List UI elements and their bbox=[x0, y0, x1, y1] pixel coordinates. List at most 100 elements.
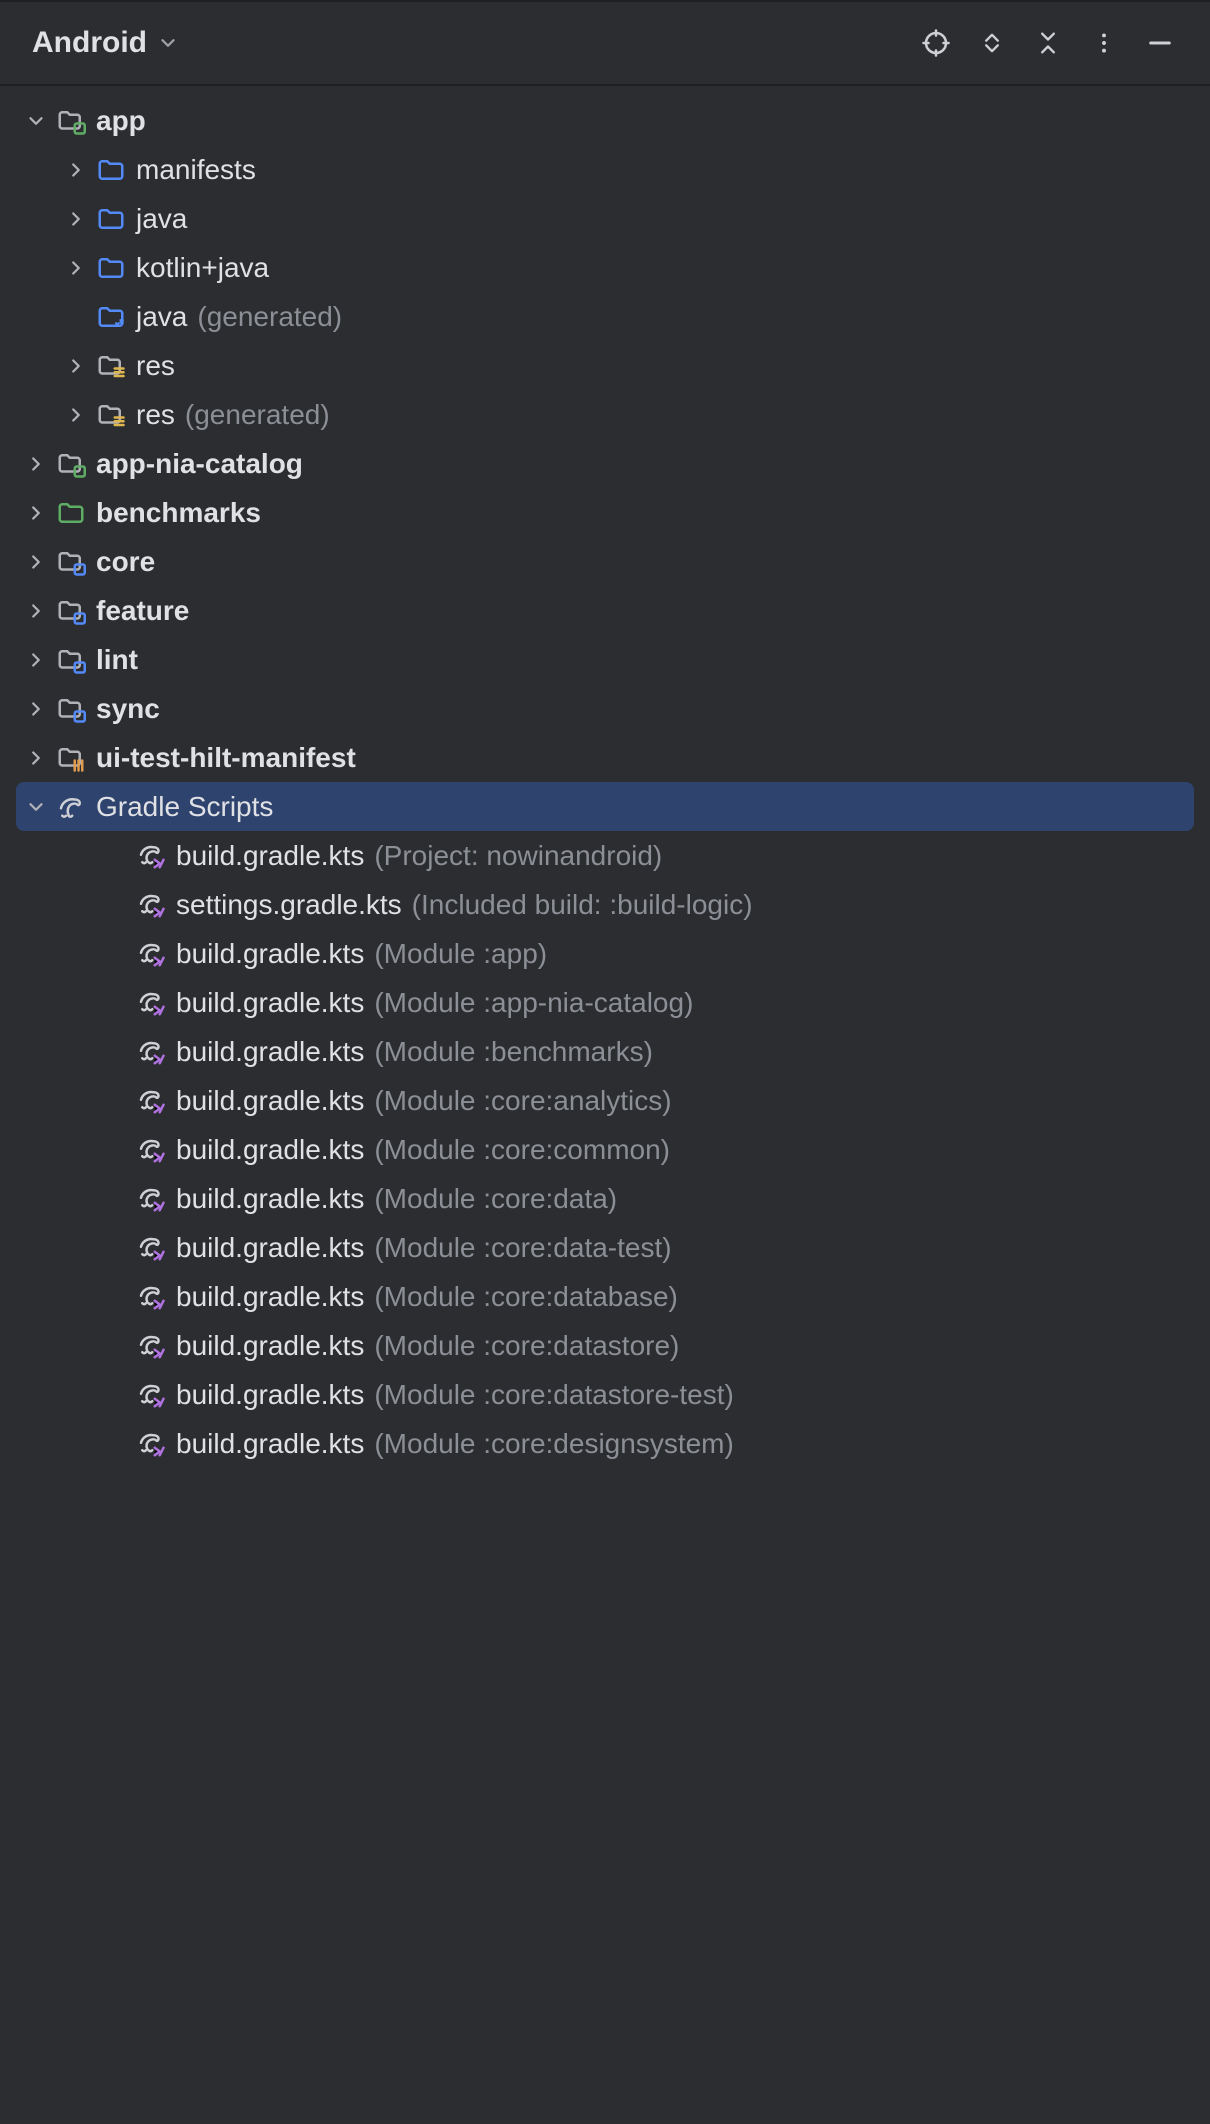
folder-green-icon bbox=[54, 496, 88, 530]
hide-tool-window-icon[interactable] bbox=[1132, 15, 1188, 71]
module-folder-icon bbox=[54, 447, 88, 481]
tree-node-g1[interactable]: build.gradle.kts(Project: nowinandroid) bbox=[16, 831, 1194, 880]
gradle-file-icon bbox=[134, 1231, 168, 1265]
tree-node-label: core bbox=[96, 546, 155, 578]
chevron-right-icon[interactable] bbox=[18, 747, 54, 769]
tree-node-label: java bbox=[136, 203, 187, 235]
tree-node-g4[interactable]: build.gradle.kts(Module :app-nia-catalog… bbox=[16, 978, 1194, 1027]
tree-node-ui-test[interactable]: ui-test-hilt-manifest bbox=[16, 733, 1194, 782]
tree-node-label: build.gradle.kts bbox=[176, 1183, 364, 1215]
collapse-all-icon[interactable] bbox=[1020, 15, 1076, 71]
tree-node-g11[interactable]: build.gradle.kts (Module :core:datastore) bbox=[16, 1321, 1194, 1370]
module-folder-icon bbox=[54, 104, 88, 138]
tree-node-feature[interactable]: feature bbox=[16, 586, 1194, 635]
expand-all-icon[interactable] bbox=[964, 15, 1020, 71]
tool-window-header: Android bbox=[0, 2, 1210, 86]
tree-node-core[interactable]: core bbox=[16, 537, 1194, 586]
tree-node-label: build.gradle.kts bbox=[176, 938, 364, 970]
gradle-file-icon bbox=[134, 888, 168, 922]
tree-node-suffix: (Module :core:analytics) bbox=[374, 1085, 671, 1117]
chevron-right-icon[interactable] bbox=[58, 355, 94, 377]
tree-node-g2[interactable]: settings.gradle.kts(Included build: :bui… bbox=[16, 880, 1194, 929]
gradle-file-icon bbox=[134, 1378, 168, 1412]
tree-node-label: build.gradle.kts bbox=[176, 1330, 364, 1362]
tree-node-g13[interactable]: build.gradle.kts (Module :core:designsyst… bbox=[16, 1419, 1194, 1468]
tree-node-suffix: (Module :core:data-test) bbox=[374, 1232, 671, 1264]
module-grey-icon bbox=[54, 594, 88, 628]
chevron-down-icon[interactable] bbox=[18, 796, 54, 818]
tree-node-res-gen[interactable]: res (generated) bbox=[16, 390, 1194, 439]
chevron-right-icon[interactable] bbox=[18, 649, 54, 671]
tree-node-label: build.gradle.kts bbox=[176, 1232, 364, 1264]
chevron-right-icon[interactable] bbox=[18, 453, 54, 475]
tree-node-label: sync bbox=[96, 693, 160, 725]
chevron-right-icon[interactable] bbox=[18, 551, 54, 573]
tree-node-label: build.gradle.kts bbox=[176, 1379, 364, 1411]
tree-node-java1[interactable]: java bbox=[16, 194, 1194, 243]
chevron-right-icon[interactable] bbox=[58, 208, 94, 230]
chevron-right-icon[interactable] bbox=[18, 502, 54, 524]
tree-node-g6[interactable]: build.gradle.kts(Module :core:analytics) bbox=[16, 1076, 1194, 1125]
tree-node-suffix: (Module :core:datastore-test) bbox=[374, 1379, 734, 1411]
tree-node-label: app bbox=[96, 105, 146, 137]
tree-node-g3[interactable]: build.gradle.kts (Module :app) bbox=[16, 929, 1194, 978]
tree-node-suffix: (Included build: :build-logic) bbox=[412, 889, 753, 921]
tree-node-lint[interactable]: lint bbox=[16, 635, 1194, 684]
tree-node-manifests[interactable]: manifests bbox=[16, 145, 1194, 194]
select-opened-file-icon[interactable] bbox=[908, 15, 964, 71]
folder-blue-icon bbox=[94, 251, 128, 285]
chevron-right-icon[interactable] bbox=[18, 698, 54, 720]
tree-node-label: build.gradle.kts bbox=[176, 1428, 364, 1460]
more-options-icon[interactable] bbox=[1076, 15, 1132, 71]
view-mode-title[interactable]: Android bbox=[32, 26, 147, 60]
module-grey-icon bbox=[54, 692, 88, 726]
tree-node-suffix: (Module :app) bbox=[374, 938, 547, 970]
tree-node-label: manifests bbox=[136, 154, 256, 186]
tree-node-sync[interactable]: sync bbox=[16, 684, 1194, 733]
tree-node-label: Gradle Scripts bbox=[96, 791, 273, 823]
tree-node-benchmarks[interactable]: benchmarks bbox=[16, 488, 1194, 537]
gradle-file-icon bbox=[134, 1035, 168, 1069]
tree-node-label: ui-test-hilt-manifest bbox=[96, 742, 356, 774]
gradle-file-icon bbox=[134, 937, 168, 971]
tree-node-label: lint bbox=[96, 644, 138, 676]
tree-node-java-gen[interactable]: java(generated) bbox=[16, 292, 1194, 341]
folder-blue-icon bbox=[94, 202, 128, 236]
gradle-file-icon bbox=[134, 1280, 168, 1314]
tree-node-label: feature bbox=[96, 595, 189, 627]
tree-node-suffix: (Module :core:designsystem) bbox=[374, 1428, 733, 1460]
tree-node-label: app-nia-catalog bbox=[96, 448, 303, 480]
view-mode-chevron-icon[interactable] bbox=[157, 32, 179, 54]
module-grey-icon bbox=[54, 643, 88, 677]
tree-node-res1[interactable]: res bbox=[16, 341, 1194, 390]
chevron-right-icon[interactable] bbox=[58, 257, 94, 279]
tree-node-g9[interactable]: build.gradle.kts (Module :core:data-test) bbox=[16, 1223, 1194, 1272]
tree-node-label: build.gradle.kts bbox=[176, 987, 364, 1019]
chevron-right-icon[interactable] bbox=[18, 600, 54, 622]
tree-node-app[interactable]: app bbox=[16, 96, 1194, 145]
tree-node-label: res bbox=[136, 399, 175, 431]
chevron-down-icon[interactable] bbox=[18, 110, 54, 132]
tree-node-label: benchmarks bbox=[96, 497, 261, 529]
tree-node-g8[interactable]: build.gradle.kts (Module :core:data) bbox=[16, 1174, 1194, 1223]
gradle-file-icon bbox=[134, 986, 168, 1020]
tree-node-label: build.gradle.kts bbox=[176, 1281, 364, 1313]
tree-node-g5[interactable]: build.gradle.kts(Module :benchmarks) bbox=[16, 1027, 1194, 1076]
folder-blue-icon bbox=[94, 153, 128, 187]
gradle-file-icon bbox=[134, 1427, 168, 1461]
tree-node-kotlinjava[interactable]: kotlin+java bbox=[16, 243, 1194, 292]
tree-node-gradle-scripts[interactable]: Gradle Scripts bbox=[16, 782, 1194, 831]
tree-node-g10[interactable]: build.gradle.kts(Module :core:database) bbox=[16, 1272, 1194, 1321]
tree-node-app-nia[interactable]: app-nia-catalog bbox=[16, 439, 1194, 488]
chevron-right-icon[interactable] bbox=[58, 159, 94, 181]
tree-node-suffix: (Module :core:common) bbox=[374, 1134, 670, 1166]
tree-node-g7[interactable]: build.gradle.kts(Module :core:common) bbox=[16, 1125, 1194, 1174]
tree-node-label: java bbox=[136, 301, 187, 333]
folder-res-icon bbox=[94, 349, 128, 383]
chevron-right-icon[interactable] bbox=[58, 404, 94, 426]
tree-node-g12[interactable]: build.gradle.kts (Module :core:datastore-… bbox=[16, 1370, 1194, 1419]
tree-node-suffix: (Module :core:data) bbox=[374, 1183, 617, 1215]
tree-node-suffix: (Module :core:datastore) bbox=[374, 1330, 679, 1362]
gradle-file-icon bbox=[134, 839, 168, 873]
tree-node-suffix: (generated) bbox=[185, 399, 330, 431]
